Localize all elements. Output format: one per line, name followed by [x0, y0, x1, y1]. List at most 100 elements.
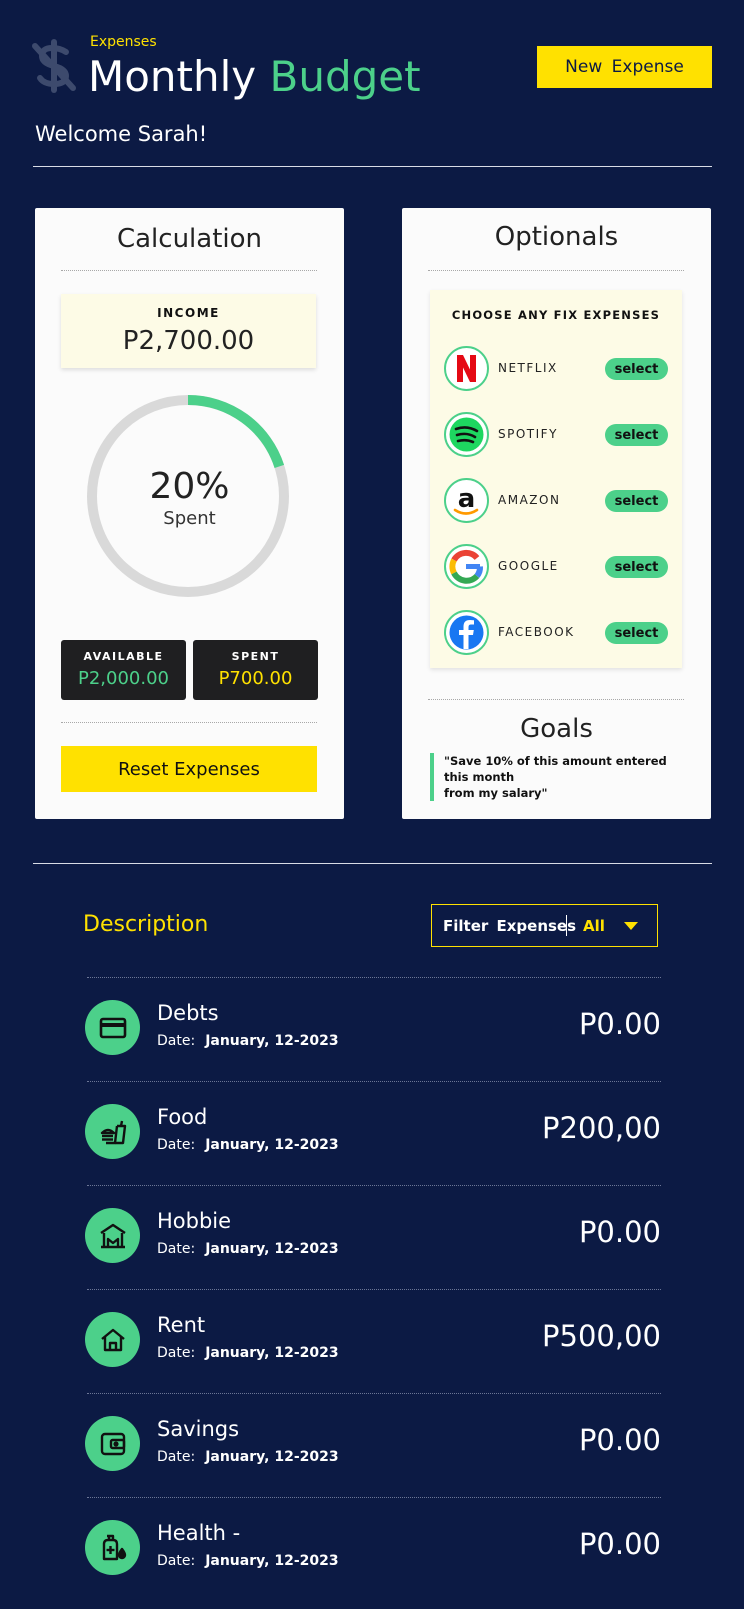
divider — [428, 699, 684, 700]
netflix-logo — [444, 346, 489, 391]
divider — [61, 722, 317, 723]
hobbie-icon — [85, 1208, 140, 1263]
fix-expenses-title: CHOOSE ANY FIX EXPENSES — [451, 308, 661, 322]
home-icon — [85, 1312, 140, 1367]
date-label: Date: — [157, 1345, 196, 1361]
header: Expenses Monthly Budget New Expense Welc… — [0, 0, 744, 170]
income-box: INCOME P2,700.00 — [61, 294, 316, 368]
available-label: AVAILABLE — [83, 650, 164, 663]
date-value: January, 12-2023 — [205, 1137, 339, 1153]
service-google: GOOGLE select — [444, 544, 669, 590]
divider — [428, 270, 684, 271]
date-value: January, 12-2023 — [205, 1241, 339, 1257]
expense-name: Rent — [157, 1313, 206, 1337]
goal-line-1: "Save 10% of this amount entered this mo… — [444, 754, 667, 784]
date-label: Date: — [157, 1033, 196, 1049]
select-google-button[interactable]: select — [605, 556, 668, 578]
calculation-card: Calculation INCOME P2,700.00 20% Spent A… — [35, 208, 344, 819]
expense-name: Health - — [157, 1521, 241, 1545]
available-box: AVAILABLE P2,000.00 — [61, 640, 186, 700]
expense-row[interactable]: Food Date: January, 12-2023 P200,00 — [85, 1081, 661, 1185]
filter-expenses-dropdown[interactable]: Filter Expenses All — [431, 904, 658, 947]
expense-name: Food — [157, 1105, 208, 1129]
date-label: Date: — [157, 1553, 196, 1569]
income-value: P2,700.00 — [122, 326, 255, 356]
date-value: January, 12-2023 — [205, 1553, 339, 1569]
title-budget: Budget — [269, 52, 421, 101]
service-name: GOOGLE — [498, 559, 559, 573]
food-icon — [85, 1104, 140, 1159]
service-name: FACEBOOK — [498, 625, 575, 639]
date-value: January, 12-2023 — [205, 1345, 339, 1361]
facebook-logo — [444, 610, 489, 655]
spent-value: P700.00 — [218, 668, 293, 689]
filter-value[interactable]: All — [583, 917, 605, 935]
spent-caption: Spent — [163, 508, 216, 529]
divider — [33, 166, 712, 167]
goal-line-2: from my salary" — [444, 786, 548, 800]
health-icon — [85, 1520, 140, 1575]
date-label: Date: — [157, 1449, 196, 1465]
welcome-text: Welcome Sarah! — [35, 122, 208, 146]
title-monthly: Monthly — [88, 52, 257, 101]
reset-expenses-button[interactable]: Reset Expenses — [61, 746, 317, 792]
expense-row[interactable]: Savings Date: January, 12-2023 P0.00 — [85, 1393, 661, 1497]
service-amazon: a AMAZON select — [444, 478, 669, 524]
select-amazon-button[interactable]: select — [605, 490, 668, 512]
divider — [33, 863, 712, 864]
description-heading: Description — [83, 912, 209, 937]
wallet-icon — [85, 1416, 140, 1471]
filter-label: Filter Expenses — [443, 917, 577, 935]
svg-text:a: a — [458, 484, 476, 514]
expense-amount: P0.00 — [578, 1527, 661, 1561]
expense-date: Date: January, 12-2023 — [157, 1449, 339, 1465]
google-logo — [444, 544, 489, 589]
date-label: Date: — [157, 1137, 196, 1153]
goals-title: Goals — [520, 714, 593, 744]
expense-row[interactable]: Rent Date: January, 12-2023 P500,00 — [85, 1289, 661, 1393]
new-expense-button[interactable]: New Expense — [537, 46, 712, 88]
spent-box: SPENT P700.00 — [193, 640, 318, 700]
spent-label: SPENT — [231, 650, 280, 663]
service-name: NETFLIX — [498, 361, 558, 375]
income-label: INCOME — [157, 306, 220, 320]
expense-date: Date: January, 12-2023 — [157, 1553, 339, 1569]
fix-expenses-box: CHOOSE ANY FIX EXPENSES NETFLIX select S… — [430, 290, 682, 668]
expense-date: Date: January, 12-2023 — [157, 1033, 339, 1049]
expense-row[interactable]: Health - Date: January, 12-2023 P0.00 — [85, 1497, 661, 1601]
service-facebook: FACEBOOK select — [444, 610, 669, 656]
spent-percent: 20% — [149, 466, 230, 507]
divider — [61, 270, 317, 271]
date-value: January, 12-2023 — [205, 1033, 339, 1049]
page-title: Monthly Budget — [88, 52, 421, 101]
expense-name: Hobbie — [157, 1209, 232, 1233]
service-name: AMAZON — [498, 493, 561, 507]
available-value: P2,000.00 — [77, 668, 169, 689]
expense-row[interactable]: Hobbie Date: January, 12-2023 P0.00 — [85, 1185, 661, 1289]
amazon-logo: a — [444, 478, 489, 523]
select-facebook-button[interactable]: select — [605, 622, 668, 644]
caret-down-icon[interactable] — [624, 922, 638, 930]
spotify-logo — [444, 412, 489, 457]
date-value: January, 12-2023 — [205, 1449, 339, 1465]
expense-amount: P0.00 — [578, 1423, 661, 1457]
expense-amount: P200,00 — [542, 1111, 661, 1145]
expense-name: Debts — [157, 1001, 219, 1025]
header-subtitle: Expenses — [90, 34, 157, 50]
goal-quote: "Save 10% of this amount entered this mo… — [430, 753, 680, 801]
service-netflix: NETFLIX select — [444, 346, 669, 392]
optionals-title: Optionals — [494, 222, 619, 252]
dollar-off-icon — [32, 39, 76, 93]
select-spotify-button[interactable]: select — [605, 424, 668, 446]
select-netflix-button[interactable]: select — [605, 358, 668, 380]
expense-date: Date: January, 12-2023 — [157, 1241, 339, 1257]
service-name: SPOTIFY — [498, 427, 558, 441]
optionals-card: Optionals CHOOSE ANY FIX EXPENSES NETFLI… — [402, 208, 711, 819]
expense-row[interactable]: Debts Date: January, 12-2023 P0.00 — [85, 977, 661, 1081]
expense-date: Date: January, 12-2023 — [157, 1137, 339, 1153]
expense-amount: P0.00 — [578, 1007, 661, 1041]
expense-amount: P0.00 — [578, 1215, 661, 1249]
filter-separator — [566, 915, 567, 936]
date-label: Date: — [157, 1241, 196, 1257]
credit-card-icon — [85, 1000, 140, 1055]
